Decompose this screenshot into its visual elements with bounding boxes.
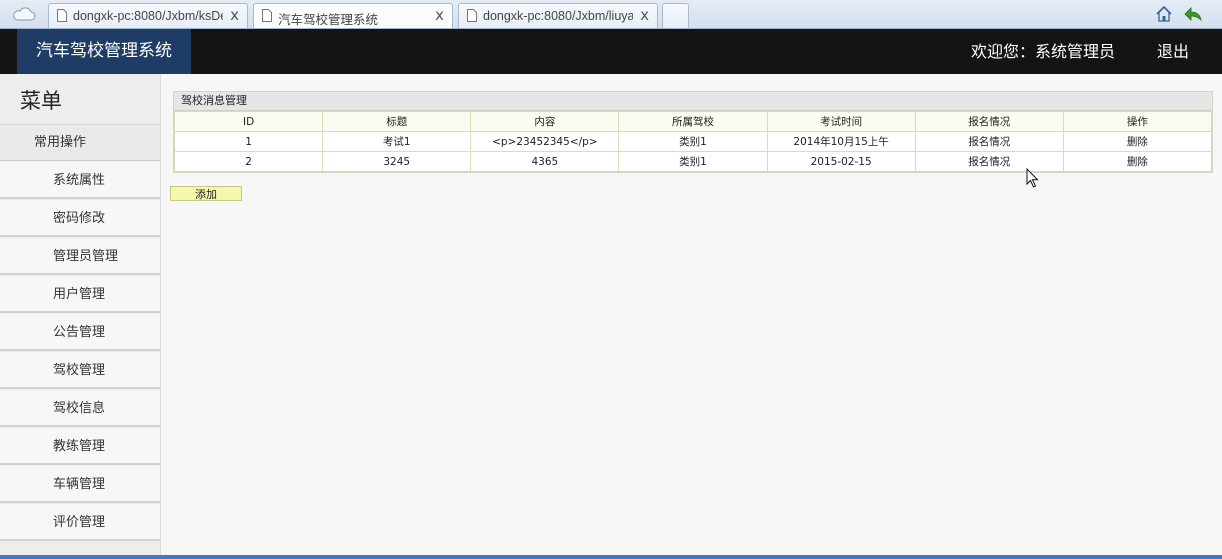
registration-link[interactable]: 报名情况 [914, 131, 1064, 152]
sidebar-item-school-management[interactable]: 驾校管理 [0, 352, 160, 389]
mouse-cursor-icon [1026, 168, 1039, 188]
column-header: 所属驾校 [618, 111, 768, 132]
cell-content: <p>23452345</p> [470, 131, 620, 152]
page-icon [57, 9, 67, 22]
table-header-row: ID 标题 内容 所属驾校 考试时间 报名情况 操作 [173, 111, 1213, 132]
page-icon [467, 9, 477, 22]
close-tab-icon[interactable]: x [640, 7, 649, 23]
column-header: 考试时间 [766, 111, 916, 132]
menu-title: 菜单 [0, 74, 160, 125]
browser-tab-1[interactable]: dongxk-pc:8080/Jxbm/ksDet x [48, 3, 248, 28]
column-header: 标题 [322, 111, 472, 132]
cell-school: 类别1 [618, 131, 768, 152]
sidebar-item-review-management[interactable]: 评价管理 [0, 504, 160, 541]
cell-title: 考试1 [322, 131, 472, 152]
delete-link[interactable]: 删除 [1062, 131, 1213, 152]
delete-link[interactable]: 删除 [1062, 151, 1213, 172]
sidebar-item-vehicle-management[interactable]: 车辆管理 [0, 466, 160, 503]
status-bar-edge [0, 555, 1222, 559]
close-tab-icon[interactable]: x [435, 7, 444, 23]
cell-id: 1 [173, 131, 324, 152]
home-icon[interactable] [1155, 5, 1173, 23]
cell-title: 3245 [322, 151, 472, 172]
sidebar-item-system-properties[interactable]: 系统属性 [0, 162, 160, 199]
browser-tab-bar: dongxk-pc:8080/Jxbm/ksDet x 汽车驾校管理系统 x d… [0, 0, 1222, 29]
column-header: 报名情况 [914, 111, 1064, 132]
app-header: 汽车驾校管理系统 欢迎您：系统管理员 退出 [0, 29, 1222, 74]
sidebar-item-school-info[interactable]: 驾校信息 [0, 390, 160, 427]
browser-tab-2[interactable]: 汽车驾校管理系统 x [253, 3, 453, 28]
school-message-panel: 驾校消息管理 ID 标题 内容 所属驾校 考试时间 报名情况 操作 1 考试1 … [173, 91, 1213, 173]
tab-title: dongxk-pc:8080/Jxbm/liuyan [483, 9, 633, 23]
cloud-icon [13, 7, 36, 21]
message-table: ID 标题 内容 所属驾校 考试时间 报名情况 操作 1 考试1 <p>2345… [173, 111, 1213, 172]
sidebar-item-admin-management[interactable]: 管理员管理 [0, 238, 160, 275]
logout-link[interactable]: 退出 [1157, 29, 1189, 74]
add-button[interactable]: 添加 [170, 186, 242, 201]
new-tab-button[interactable] [662, 3, 689, 28]
menu-group-common[interactable]: 常用操作 [0, 125, 160, 161]
browser-tab-3[interactable]: dongxk-pc:8080/Jxbm/liuyan x [458, 3, 658, 28]
close-tab-icon[interactable]: x [230, 7, 239, 23]
column-header: ID [173, 111, 324, 132]
welcome-text: 欢迎您：系统管理员 [971, 42, 1116, 61]
sidebar-item-change-password[interactable]: 密码修改 [0, 200, 160, 237]
table-row: 2 3245 4365 类别1 2015-02-15 报名情况 删除 [173, 151, 1213, 172]
tab-title: dongxk-pc:8080/Jxbm/ksDet [73, 9, 223, 23]
cell-content: 4365 [470, 151, 620, 172]
sidebar: 菜单 常用操作 系统属性 密码修改 管理员管理 用户管理 公告管理 驾校管理 驾… [0, 74, 161, 559]
column-header: 操作 [1062, 111, 1213, 132]
sidebar-item-coach-management[interactable]: 教练管理 [0, 428, 160, 465]
cell-exam-time: 2014年10月15上午 [766, 131, 916, 152]
table-row: 1 考试1 <p>23452345</p> 类别1 2014年10月15上午 报… [173, 131, 1213, 152]
column-header: 内容 [470, 111, 620, 132]
cell-exam-time: 2015-02-15 [766, 151, 916, 172]
back-arrow-icon[interactable] [1183, 6, 1203, 22]
panel-title: 驾校消息管理 [174, 92, 1212, 111]
page-icon [262, 9, 272, 22]
sidebar-item-user-management[interactable]: 用户管理 [0, 276, 160, 313]
cell-id: 2 [173, 151, 324, 172]
tab-title: 汽车驾校管理系统 [278, 13, 379, 27]
app-title: 汽车驾校管理系统 [17, 29, 191, 74]
registration-link[interactable]: 报名情况 [914, 151, 1064, 172]
sidebar-item-announcement-management[interactable]: 公告管理 [0, 314, 160, 351]
cell-school: 类别1 [618, 151, 768, 172]
